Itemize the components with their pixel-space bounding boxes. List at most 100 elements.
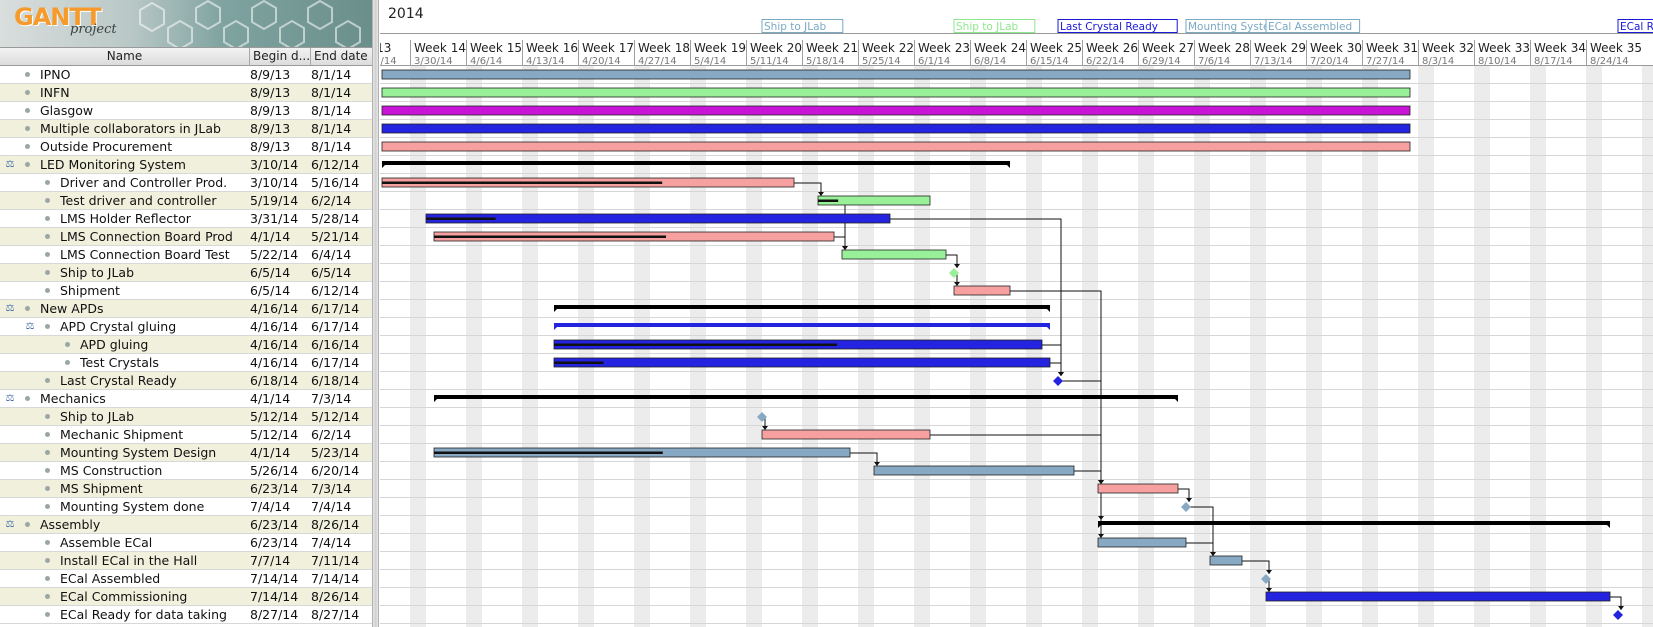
expand-toggle-icon[interactable]: ⚖ [5,159,15,171]
task-name: ECal Commissioning [60,589,188,604]
task-bullet-icon [45,450,50,455]
column-header-end-date[interactable]: End date [311,48,372,65]
expand-toggle-icon[interactable]: ⚖ [25,321,35,333]
week-label: Week 35 [1590,41,1642,55]
task-row[interactable]: Last Crystal Ready 6/18/14 6/18/14 [0,372,372,390]
week-date-label: 6/1/14 [918,56,950,67]
panel-splitter[interactable] [372,0,379,627]
task-name: Assembly [40,517,101,532]
task-row[interactable]: Test driver and controller 5/19/14 6/2/14 [0,192,372,210]
task-end-date: 7/11/14 [311,553,360,568]
task-end-date: 7/14/14 [311,571,360,586]
task-row[interactable]: Ship to JLab 6/5/14 6/5/14 [0,264,372,282]
task-row[interactable]: LMS Holder Reflector 3/31/14 5/28/14 [0,210,372,228]
task-row[interactable]: Multiple collaborators in JLab 8/9/13 8/1/… [0,120,372,138]
task-begin-date: 3/10/14 [250,157,299,172]
task-progress-bar [818,199,839,202]
summary-bar[interactable] [554,305,1050,309]
column-header-name[interactable]: Name [0,48,250,65]
dependency-link [1050,362,1062,376]
task-name: ECal Assembled [60,571,161,586]
task-bullet-icon [25,144,30,149]
task-row[interactable]: MS Construction 5/26/14 6/20/14 [0,462,372,480]
task-bar[interactable] [1097,537,1187,548]
dependency-arrowhead [1098,534,1104,538]
task-row[interactable]: ⚖ Assembly 6/23/14 8/26/14 [0,516,372,534]
task-row[interactable]: Glasgow 8/9/13 8/1/14 [0,102,372,120]
task-end-date: 5/21/14 [311,229,360,244]
gantt-chart-canvas: ek 133/23/14 Week 143/30/14 Week 154/6/14 W… [380,0,1653,627]
milestone-diamond[interactable] [1053,376,1063,386]
task-row[interactable]: ⚖ New APDs 4/16/14 6/17/14 [0,300,372,318]
week-label: Week 20 [750,41,802,55]
expand-toggle-icon[interactable]: ⚖ [5,519,15,531]
expand-toggle-icon[interactable]: ⚖ [5,303,15,315]
task-begin-date: 3/31/14 [250,211,299,226]
task-row[interactable]: ECal Assembled 7/14/14 7/14/14 [0,570,372,588]
summary-bar[interactable] [434,395,1178,399]
expand-toggle-icon[interactable]: ⚖ [5,393,15,405]
week-label: Week 24 [974,41,1026,55]
task-row[interactable]: LMS Connection Board Prod 4/1/14 5/21/14 [0,228,372,246]
task-bullet-icon [45,486,50,491]
task-row[interactable]: Outside Procurement 8/9/13 8/1/14 [0,138,372,156]
task-row[interactable]: Test Crystals 4/16/14 6/17/14 [0,354,372,372]
task-row[interactable]: Mounting System Design 4/1/14 5/23/14 [0,444,372,462]
task-row[interactable]: Mechanic Shipment 5/12/14 6/2/14 [0,426,372,444]
task-end-date: 8/1/14 [311,67,352,82]
task-bar[interactable] [381,69,1411,80]
task-row[interactable]: Mounting System done 7/4/14 7/4/14 [0,498,372,516]
task-bar[interactable] [425,213,891,224]
task-bar[interactable] [1209,555,1243,566]
week-label: Week 17 [582,41,634,55]
milestone-diamond[interactable] [1181,502,1191,512]
summary-bar[interactable] [554,323,1050,327]
task-row[interactable]: ECal Ready for data taking 8/27/14 8/27/14 [0,606,372,624]
task-row[interactable]: ⚖ APD Crystal gluing 4/16/14 6/17/14 [0,318,372,336]
task-row[interactable]: ⚖ Mechanics 4/1/14 7/3/14 [0,390,372,408]
table-header: Name Begin d... End date [0,47,372,66]
task-end-date: 6/4/14 [311,247,352,262]
task-begin-date: 7/14/14 [250,589,299,604]
task-name: Multiple collaborators in JLab [40,121,221,136]
task-row[interactable]: Shipment 6/5/14 6/12/14 [0,282,372,300]
task-row[interactable]: Assemble ECal 6/23/14 7/4/14 [0,534,372,552]
task-row[interactable]: ⚖ LED Monitoring System 3/10/14 6/12/14 [0,156,372,174]
task-bar[interactable] [381,87,1411,98]
summary-bar[interactable] [382,161,1010,165]
task-bar[interactable] [761,429,931,440]
milestone-header-label: Ship to JLab [764,21,826,33]
week-date-label: 5/25/14 [862,56,901,67]
task-row[interactable]: MS Shipment 6/23/14 7/3/14 [0,480,372,498]
task-bar[interactable] [873,465,1075,476]
task-row[interactable]: ECal Commissioning 7/14/14 8/26/14 [0,588,372,606]
task-row[interactable]: INFN 8/9/13 8/1/14 [0,84,372,102]
task-progress-bar [426,217,496,220]
task-bullet-icon [65,342,70,347]
task-row[interactable]: Driver and Controller Prod. 3/10/14 5/16/1… [0,174,372,192]
week-label: Week 31 [1366,41,1418,55]
column-header-begin-date[interactable]: Begin d... [250,48,311,65]
task-bar[interactable] [841,249,947,260]
task-bullet-icon [45,378,50,383]
week-label: Week 19 [694,41,746,55]
task-bar[interactable] [953,285,1011,296]
week-label: Week 18 [638,41,690,55]
task-bar[interactable] [553,357,1051,368]
task-row[interactable]: LMS Connection Board Test 5/22/14 6/4/14 [0,246,372,264]
task-name: LMS Connection Board Prod [60,229,233,244]
task-bar[interactable] [381,123,1411,134]
dependency-arrowhead [762,426,768,430]
task-row[interactable]: Install ECal in the Hall 7/7/14 7/11/14 [0,552,372,570]
task-row[interactable]: IPNO 8/9/13 8/1/14 [0,66,372,84]
task-end-date: 6/12/14 [311,157,360,172]
summary-bar[interactable] [1098,521,1610,525]
milestone-diamond[interactable] [1613,610,1623,620]
task-bar[interactable] [1097,483,1179,494]
task-name: Shipment [60,283,120,298]
task-bar[interactable] [381,141,1411,152]
task-row[interactable]: Ship to JLab 5/12/14 5/12/14 [0,408,372,426]
task-bar[interactable] [381,105,1411,116]
task-row[interactable]: APD gluing 4/16/14 6/16/14 [0,336,372,354]
task-bar[interactable] [1265,591,1611,602]
